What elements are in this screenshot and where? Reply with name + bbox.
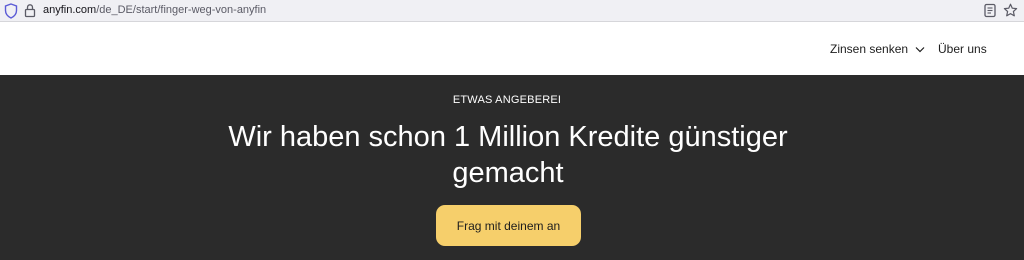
- url-field[interactable]: anyfin.com/de_DE/start/finger-weg-von-an…: [43, 4, 266, 16]
- chevron-down-icon: [915, 46, 925, 52]
- shield-icon[interactable]: [4, 3, 18, 19]
- site-header: Zinsen senken Über uns: [0, 22, 1024, 75]
- url-host: anyfin.com: [43, 4, 97, 16]
- nav-item-ueber-uns[interactable]: Über uns: [938, 42, 987, 56]
- reader-mode-icon[interactable]: [983, 3, 997, 18]
- hero-section: ETWAS ANGEBEREI Wir haben schon 1 Millio…: [0, 75, 1024, 260]
- nav-item-zinsen-senken[interactable]: Zinsen senken: [830, 42, 925, 56]
- cta-button[interactable]: Frag mit deinem an: [436, 205, 581, 246]
- bookmark-star-icon[interactable]: [1003, 3, 1018, 18]
- browser-address-bar: anyfin.com/de_DE/start/finger-weg-von-an…: [0, 0, 1024, 22]
- hero-headline: Wir haben schon 1 Million Kredite günsti…: [228, 121, 788, 189]
- url-path: /de_DE/start/finger-weg-von-anyfin: [96, 4, 267, 16]
- nav-item-label: Zinsen senken: [830, 42, 909, 56]
- lock-icon[interactable]: [24, 3, 36, 18]
- hero-eyebrow: ETWAS ANGEBEREI: [452, 94, 562, 106]
